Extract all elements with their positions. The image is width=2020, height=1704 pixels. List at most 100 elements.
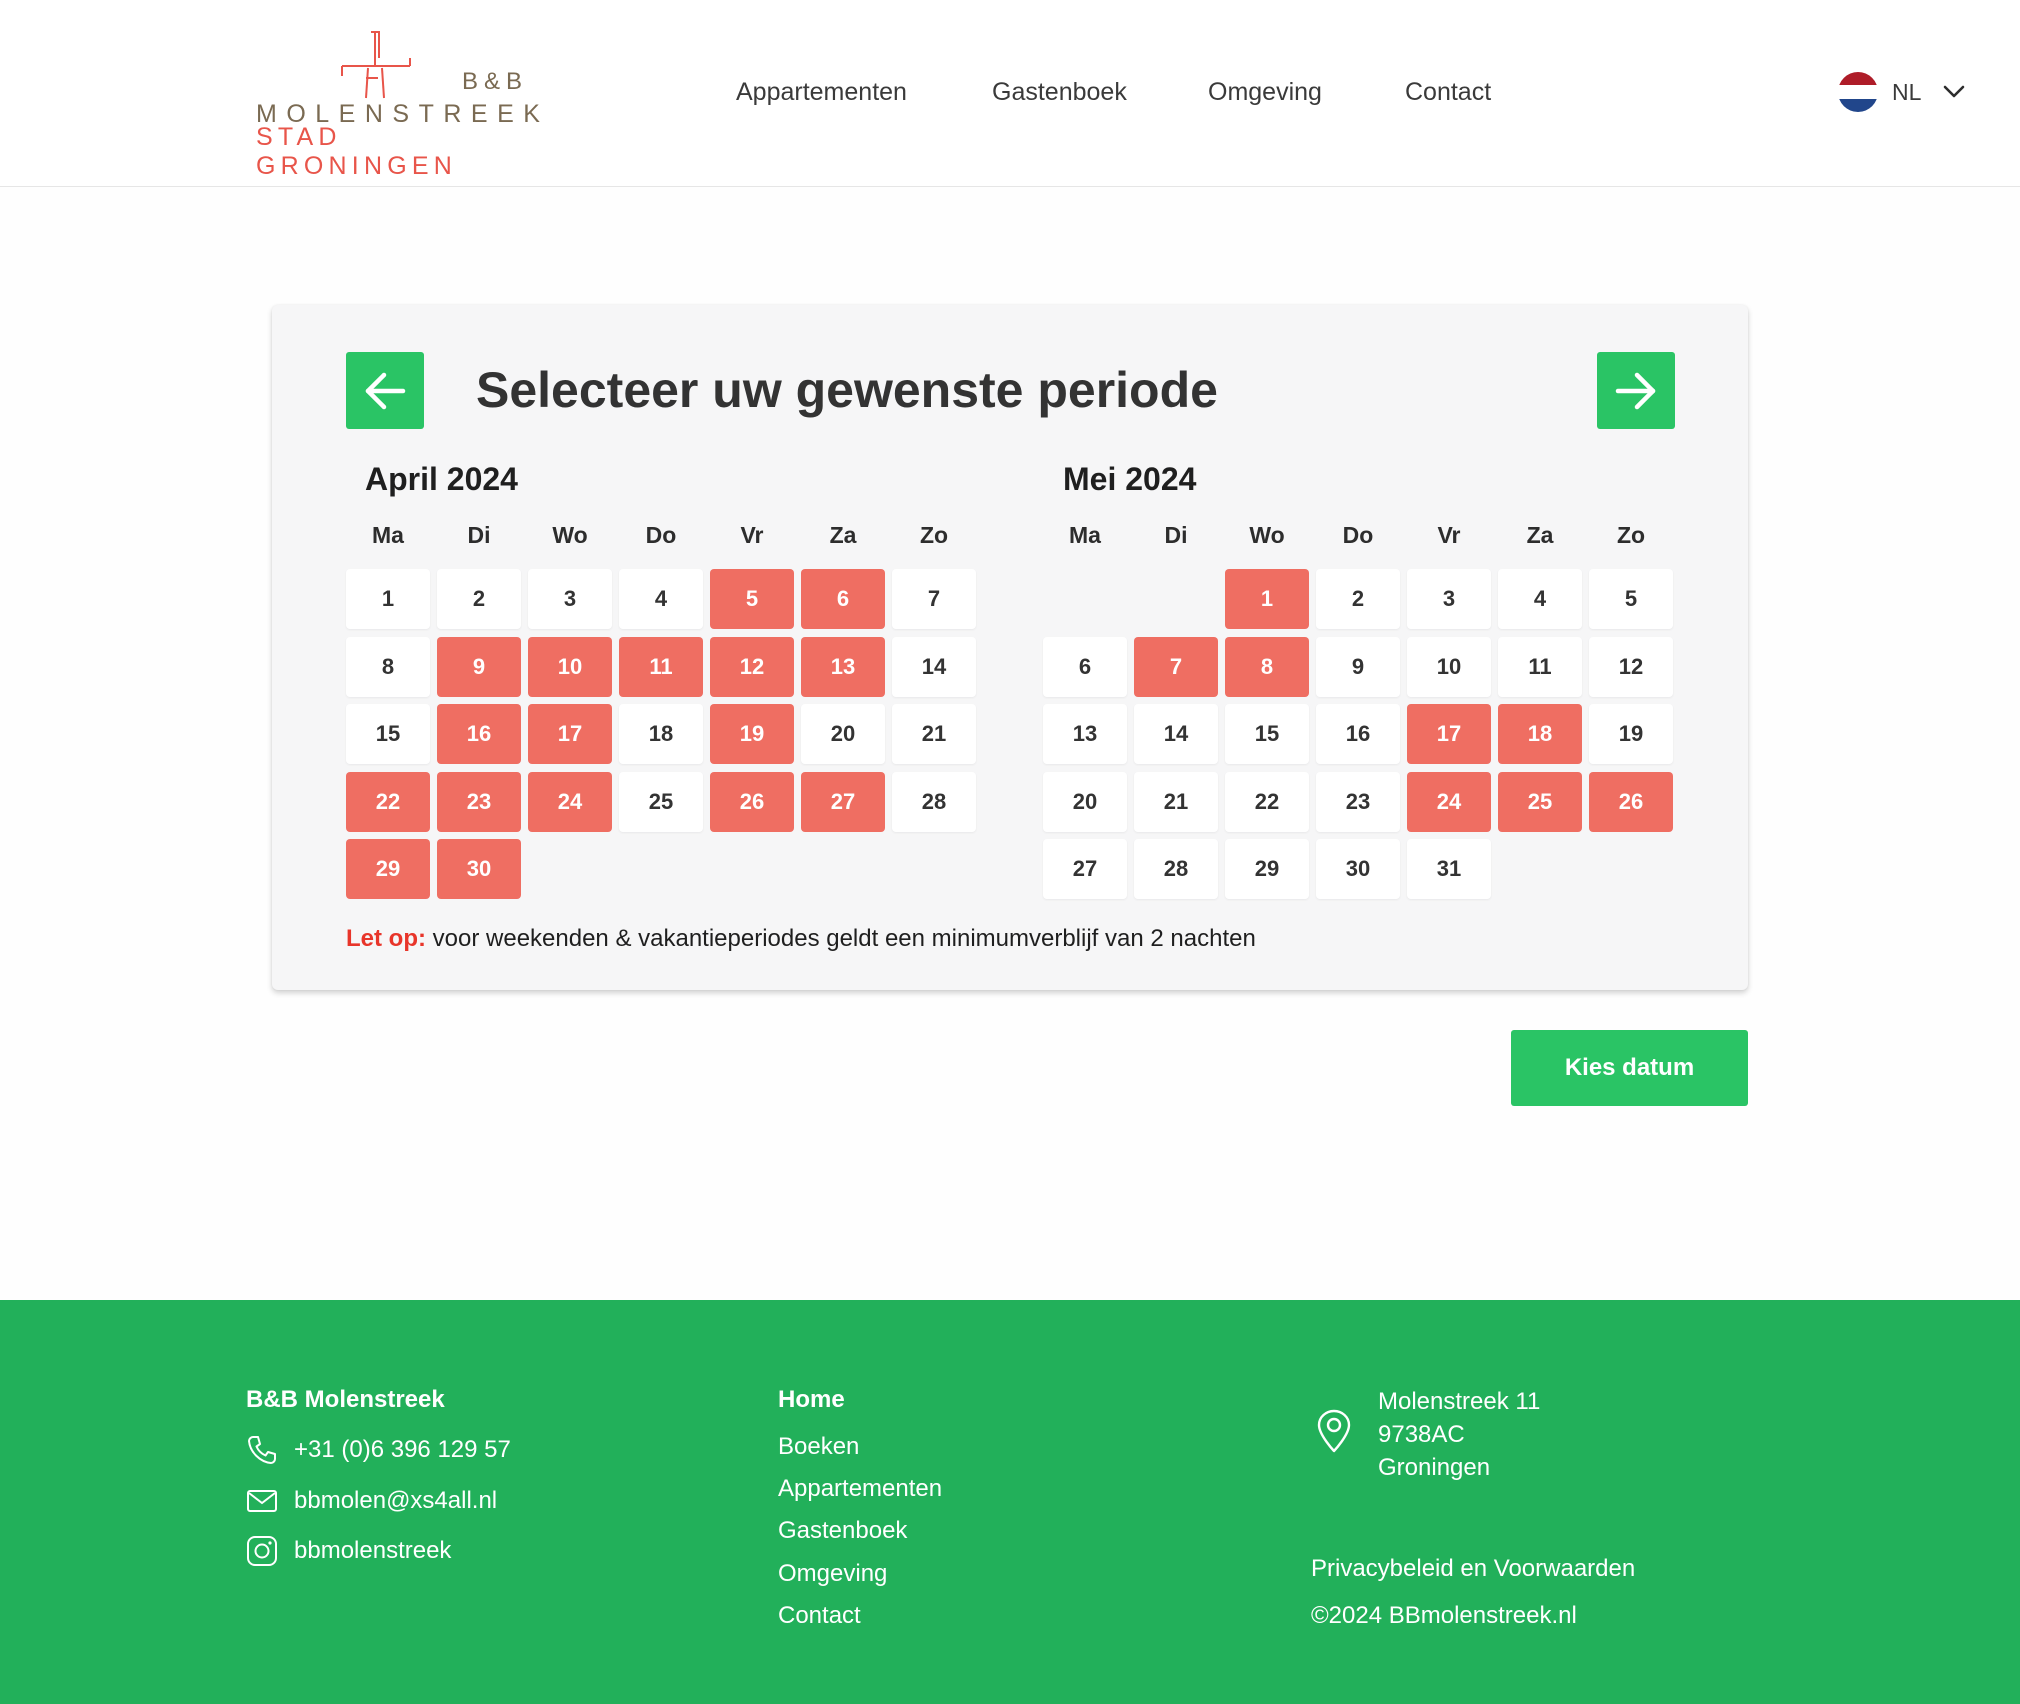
calendar-day-booked[interactable]: 7 [1134,636,1218,697]
footer-link-appartementen[interactable]: Appartementen [778,1475,942,1503]
weekday-header: Do [1342,522,1374,548]
calendar-day[interactable]: 12 [1589,636,1673,697]
calendar-day[interactable]: 15 [1225,704,1309,764]
footer-link-home[interactable]: Home [778,1386,845,1414]
weekday-header: Zo [1616,522,1646,548]
instagram-handle: bbmolenstreek [294,1537,452,1564]
calendar-day[interactable]: 9 [1316,636,1400,697]
calendar-day-booked[interactable]: 17 [528,704,612,764]
nav-appartementen[interactable]: Appartementen [736,78,907,107]
calendar-day[interactable]: 15 [346,704,430,764]
calendar-day-booked[interactable]: 8 [1225,636,1309,697]
calendar-day[interactable]: 3 [1407,569,1491,629]
calendar-day-booked[interactable]: 26 [1589,771,1673,832]
calendar-day[interactable]: 2 [1316,569,1400,629]
calendar-day-booked[interactable]: 29 [346,839,430,899]
calendar-day[interactable]: 3 [528,569,612,629]
note-label: Let op: [346,925,426,952]
calendar-day-booked[interactable]: 27 [801,771,885,832]
calendar-day-booked[interactable]: 30 [437,839,521,899]
next-month-button[interactable] [1597,352,1675,429]
calendar-day-booked[interactable]: 1 [1225,569,1309,629]
calendar-day-booked[interactable]: 16 [437,704,521,764]
calendar-day[interactable]: 21 [892,704,976,764]
calendar-day-booked[interactable]: 10 [528,636,612,697]
calendar-day[interactable]: 1 [346,569,430,629]
calendar-day-booked[interactable]: 26 [710,771,794,832]
calendar-day[interactable]: 6 [1043,636,1127,697]
nav-gastenboek[interactable]: Gastenboek [992,78,1127,107]
weekday-header: Wo [552,522,588,548]
calendar-day[interactable]: 13 [1043,704,1127,764]
calendar-day[interactable]: 21 [1134,771,1218,832]
calendar-day-booked[interactable]: 6 [801,569,885,629]
windmill-icon [341,31,411,99]
calendar-day-booked[interactable]: 23 [437,771,521,832]
calendar-day-booked[interactable]: 5 [710,569,794,629]
calendar-day[interactable]: 22 [1225,771,1309,832]
footer-link-contact[interactable]: Contact [778,1602,861,1630]
calendar-day-booked[interactable]: 17 [1407,704,1491,764]
footer-phone[interactable]: +31 (0)6 396 129 57 [246,1434,511,1466]
language-selector[interactable]: NL [1838,70,1965,114]
calendar-day[interactable]: 4 [619,569,703,629]
footer-address: Molenstreek 11 9738AC Groningen [1378,1385,1540,1484]
calendar-day[interactable]: 18 [619,704,703,764]
choose-date-button[interactable]: Kies datum [1511,1030,1748,1106]
calendar-day-booked[interactable]: 12 [710,636,794,697]
logo[interactable]: B&B MOLENSTREEK STAD GRONINGEN [254,28,540,180]
address-street: Molenstreek 11 [1378,1388,1541,1415]
footer-link-omgeving[interactable]: Omgeving [778,1560,887,1588]
calendar-day-booked[interactable]: 11 [619,636,703,697]
weekday-header: Zo [919,522,949,548]
nav-omgeving[interactable]: Omgeving [1208,78,1322,107]
calendar-day[interactable]: 19 [1589,704,1673,764]
logo-line-2: STAD GRONINGEN [256,123,457,180]
weekday-header: Za [1526,522,1554,548]
calendar-day[interactable]: 31 [1407,839,1491,899]
calendar-day[interactable]: 23 [1316,771,1400,832]
calendar-day[interactable]: 14 [1134,704,1218,764]
calendar-day-booked[interactable]: 18 [1498,704,1582,764]
flag-nl-icon [1838,72,1878,112]
calendar-day[interactable]: 10 [1407,636,1491,697]
calendar-day[interactable]: 20 [801,704,885,764]
privacy-link[interactable]: Privacybeleid en Voorwaarden [1311,1555,1635,1583]
calendar-day[interactable]: 2 [437,569,521,629]
calendar-day[interactable]: 29 [1225,839,1309,899]
logo-bb: B&B [461,68,528,95]
calendar-day[interactable]: 20 [1043,771,1127,832]
instagram-icon [247,1536,277,1566]
nav-contact[interactable]: Contact [1405,78,1491,107]
calendar-day-booked[interactable]: 13 [801,636,885,697]
calendar-day-booked[interactable]: 19 [710,704,794,764]
calendar-day[interactable]: 7 [892,569,976,629]
calendar-day-booked[interactable]: 24 [528,771,612,832]
calendar-day[interactable]: 5 [1589,569,1673,629]
calendar-day-booked[interactable]: 22 [346,771,430,832]
calendar-day-booked[interactable]: 25 [1498,771,1582,832]
calendar-day[interactable]: 27 [1043,839,1127,899]
site-footer: B&B Molenstreek +31 (0)6 396 129 57 bbmo… [0,1300,2020,1704]
calendar-day[interactable]: 16 [1316,704,1400,764]
footer-instagram[interactable]: bbmolenstreek [246,1535,451,1567]
calendar-day[interactable]: 30 [1316,839,1400,899]
calendar-day[interactable]: 8 [346,636,430,697]
weekday-header: Ma [372,522,404,548]
footer-link-gastenboek[interactable]: Gastenboek [778,1517,907,1545]
calendar-day-booked[interactable]: 9 [437,636,521,697]
prev-month-button[interactable] [346,352,424,429]
calendar-day[interactable]: 28 [892,771,976,832]
calendar-day[interactable]: 4 [1498,569,1582,629]
footer-email[interactable]: bbmolen@xs4all.nl [246,1485,497,1517]
address-postcode: 9738AC [1378,1421,1465,1448]
calendar-day[interactable]: 11 [1498,636,1582,697]
calendar-day-booked[interactable]: 24 [1407,771,1491,832]
footer-link-boeken[interactable]: Boeken [778,1433,859,1461]
weekday-header: Za [829,522,857,548]
calendar-day[interactable]: 28 [1134,839,1218,899]
weekday-header: Ma [1069,522,1101,548]
calendar-day[interactable]: 14 [892,636,976,697]
calendar-day[interactable]: 25 [619,771,703,832]
phone-icon [248,1436,276,1464]
